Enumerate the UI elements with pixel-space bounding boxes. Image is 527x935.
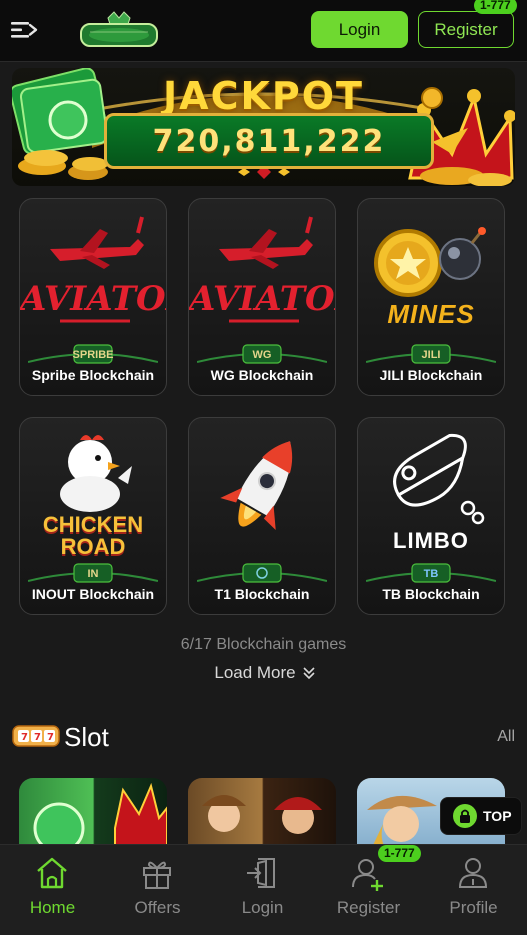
nav-profile-label: Profile [449, 898, 498, 917]
game-label: Spribe Blockchain [31, 367, 155, 383]
jackpot-plate: 720,811,222 [104, 113, 434, 169]
slot-title: Slot [64, 722, 109, 752]
scroll-top-button[interactable]: TOP [440, 797, 522, 835]
game-art-text: AVIATOR [20, 279, 166, 319]
login-icon [247, 858, 275, 888]
slot-machine-icon: 7 7 7 [12, 725, 60, 747]
game-label: T1 Blockchain [214, 586, 310, 602]
jackpot-title: JACKPOT [163, 74, 364, 118]
nav-register-label: Register [336, 898, 401, 917]
register-button[interactable]: Register [418, 11, 514, 48]
game-card-inout[interactable]: CHICKEN ROAD IN INOUT Blockchain [19, 417, 167, 615]
slot-section-header: 7 7 7 Slot All [12, 720, 515, 754]
provider-banner: SPRIBE [27, 344, 159, 366]
game-card-spribe[interactable]: AVIATOR SPRIBE Spribe Blockchain [19, 198, 167, 396]
home-icon [37, 857, 67, 889]
game-label: WG Blockchain [210, 367, 314, 383]
register-nav-badge: 1-777 [378, 845, 421, 862]
nav-profile[interactable]: Profile [421, 845, 526, 935]
provider-name: SPRIBE [72, 349, 114, 361]
provider-banner: IN [27, 563, 159, 585]
site-logo[interactable] [78, 8, 160, 54]
nav-home-label: Home [29, 898, 76, 917]
game-art-text: MINES [387, 299, 475, 329]
provider-banner: WG [196, 344, 328, 366]
profile-icon [458, 858, 488, 888]
provider-name: IN [87, 568, 99, 580]
nav-home[interactable]: Home [0, 845, 105, 935]
login-button[interactable]: Login [311, 11, 408, 48]
aviator-art [219, 216, 313, 323]
rocket-art [220, 441, 293, 530]
slot-all-link[interactable]: All [497, 728, 515, 746]
game-label: INOUT Blockchain [31, 586, 155, 602]
jackpot-banner[interactable]: JACKPOT 720,811,222 [12, 68, 515, 186]
nav-login[interactable]: Login [210, 845, 315, 935]
jackpot-value: 720,811,222 [152, 123, 386, 159]
svg-text:7: 7 [21, 732, 28, 743]
game-art-text: AVIATOR [189, 279, 335, 319]
game-art-text: LIMBO [393, 528, 469, 553]
svg-text:7: 7 [34, 732, 41, 743]
provider-name: JILI [421, 349, 441, 361]
game-card-wg[interactable]: AVIATOR WG WG Blockchain [188, 198, 336, 396]
games-count: 6/17 Blockchain games [180, 636, 347, 653]
load-more-label: Load More [214, 663, 296, 682]
lock-icon [453, 804, 477, 828]
double-chevron-down-icon [303, 667, 315, 680]
game-card-tb[interactable]: LIMBO TB TB Blockchain [357, 417, 505, 615]
bottom-navigation: Home Offers Login Register 1-777 Profile [0, 844, 527, 935]
provider-name: WG [252, 349, 272, 361]
svg-text:7: 7 [47, 732, 54, 743]
scroll-top-label: TOP [483, 808, 512, 824]
game-card-jili[interactable]: MINES JILI JILI Blockchain [357, 198, 505, 396]
nav-offers-label: Offers [134, 898, 181, 917]
provider-name: TB [423, 568, 439, 580]
game-card-t1[interactable]: T1 Blockchain [188, 417, 336, 615]
register-badge: 1-777 [474, 0, 517, 14]
top-header: Login Register 1-777 [0, 0, 527, 62]
nav-offers[interactable]: Offers [105, 845, 210, 935]
menu-collapse-icon[interactable] [10, 18, 38, 42]
load-more-button[interactable]: Load More [205, 662, 325, 684]
game-art-text: CHICKEN ROAD [42, 512, 144, 559]
provider-banner [196, 563, 328, 585]
provider-banner: TB [365, 563, 497, 585]
game-label: JILI Blockchain [379, 367, 483, 383]
game-label: TB Blockchain [382, 586, 480, 602]
provider-banner: JILI [365, 344, 497, 366]
gift-icon [143, 861, 171, 889]
aviator-art [50, 216, 144, 323]
nav-login-label: Login [241, 898, 284, 917]
